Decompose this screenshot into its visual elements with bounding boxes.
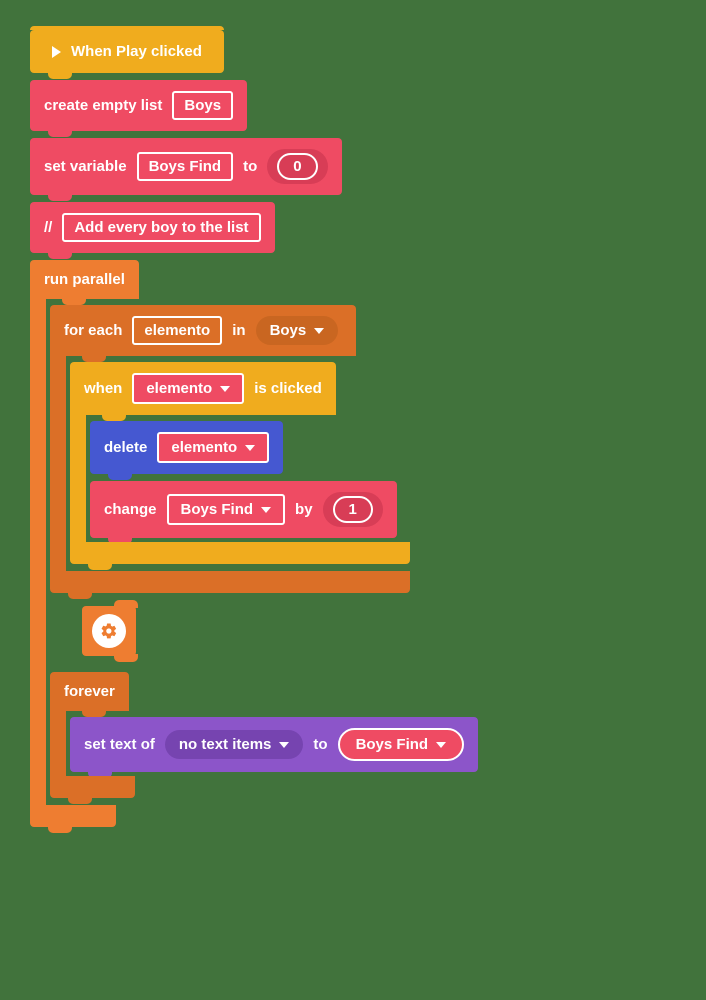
when-clicked-block[interactable]: when elemento is clicked <box>70 362 410 564</box>
c-foot <box>70 542 410 564</box>
play-icon <box>52 46 61 58</box>
comment-block[interactable]: // Add every boy to the list <box>30 202 275 253</box>
parallel-branch-config[interactable] <box>82 606 136 656</box>
dropdown-label: Boys Find <box>356 736 429 753</box>
chevron-down-icon <box>279 742 289 748</box>
change-variable-block[interactable]: change Boys Find by 1 <box>90 481 397 538</box>
value-slot: 0 <box>267 149 327 184</box>
label: run parallel <box>44 271 125 288</box>
change-var-dropdown[interactable]: Boys Find <box>167 494 286 525</box>
label: forever <box>64 683 115 700</box>
hat-label: When Play clicked <box>71 43 202 60</box>
var-name-field[interactable]: Boys Find <box>137 152 234 181</box>
chevron-down-icon <box>261 507 271 513</box>
label: when <box>84 380 122 397</box>
when-head[interactable]: when elemento is clicked <box>70 362 336 415</box>
run-parallel-head[interactable]: run parallel <box>30 260 139 299</box>
comment-text[interactable]: Add every boy to the list <box>62 213 260 242</box>
label: by <box>295 501 313 518</box>
label: create empty list <box>44 97 162 114</box>
dropdown-label: Boys Find <box>181 501 254 518</box>
dropdown-label: elemento <box>171 439 237 456</box>
value-slot: 1 <box>323 492 383 527</box>
label: set text of <box>84 736 155 753</box>
label: set variable <box>44 158 127 175</box>
delete-block[interactable]: delete elemento <box>90 421 283 474</box>
gear-icon <box>92 614 126 648</box>
number-input[interactable]: 1 <box>333 496 373 523</box>
c-foot <box>50 776 135 798</box>
label: for each <box>64 322 122 339</box>
c-arm <box>30 665 46 806</box>
label: to <box>243 158 257 175</box>
label: change <box>104 501 157 518</box>
run-parallel-block[interactable]: run parallel for each elemento in Boys <box>30 260 478 827</box>
iterator-var[interactable]: elemento <box>132 316 222 345</box>
list-dropdown[interactable]: Boys <box>256 316 339 345</box>
c-arm <box>30 599 46 667</box>
label: to <box>313 736 327 753</box>
label: delete <box>104 439 147 456</box>
text-value-dropdown[interactable]: Boys Find <box>338 728 465 761</box>
comment-prefix: // <box>44 219 52 236</box>
forever-head[interactable]: forever <box>50 672 129 711</box>
forever-block[interactable]: forever set text of no text items <box>50 672 478 798</box>
when-play-clicked-hat[interactable]: When Play clicked <box>30 30 224 73</box>
c-arm <box>50 355 66 572</box>
delete-target-dropdown[interactable]: elemento <box>157 432 269 463</box>
dropdown-label: elemento <box>146 380 212 397</box>
chevron-down-icon <box>314 328 324 334</box>
chevron-down-icon <box>220 386 230 392</box>
create-empty-list-block[interactable]: create empty list Boys <box>30 80 247 131</box>
for-each-head[interactable]: for each elemento in Boys <box>50 305 356 356</box>
label: in <box>232 322 245 339</box>
for-each-block[interactable]: for each elemento in Boys <box>50 305 410 593</box>
chevron-down-icon <box>245 445 255 451</box>
number-input[interactable]: 0 <box>277 153 317 180</box>
c-arm <box>70 414 86 543</box>
text-target-dropdown[interactable]: no text items <box>165 730 304 759</box>
block-stack: When Play clicked create empty list Boys… <box>30 30 676 834</box>
set-variable-block[interactable]: set variable Boys Find to 0 <box>30 138 342 195</box>
c-arm <box>50 710 66 777</box>
c-foot <box>50 571 410 593</box>
c-arm <box>30 298 46 601</box>
c-foot <box>30 805 116 827</box>
label: is clicked <box>254 380 322 397</box>
chevron-down-icon <box>436 742 446 748</box>
target-dropdown[interactable]: elemento <box>132 373 244 404</box>
list-name-field[interactable]: Boys <box>172 91 233 120</box>
dropdown-label: Boys <box>270 322 307 339</box>
dropdown-label: no text items <box>179 736 272 753</box>
set-text-block[interactable]: set text of no text items to Boys Find <box>70 717 478 772</box>
